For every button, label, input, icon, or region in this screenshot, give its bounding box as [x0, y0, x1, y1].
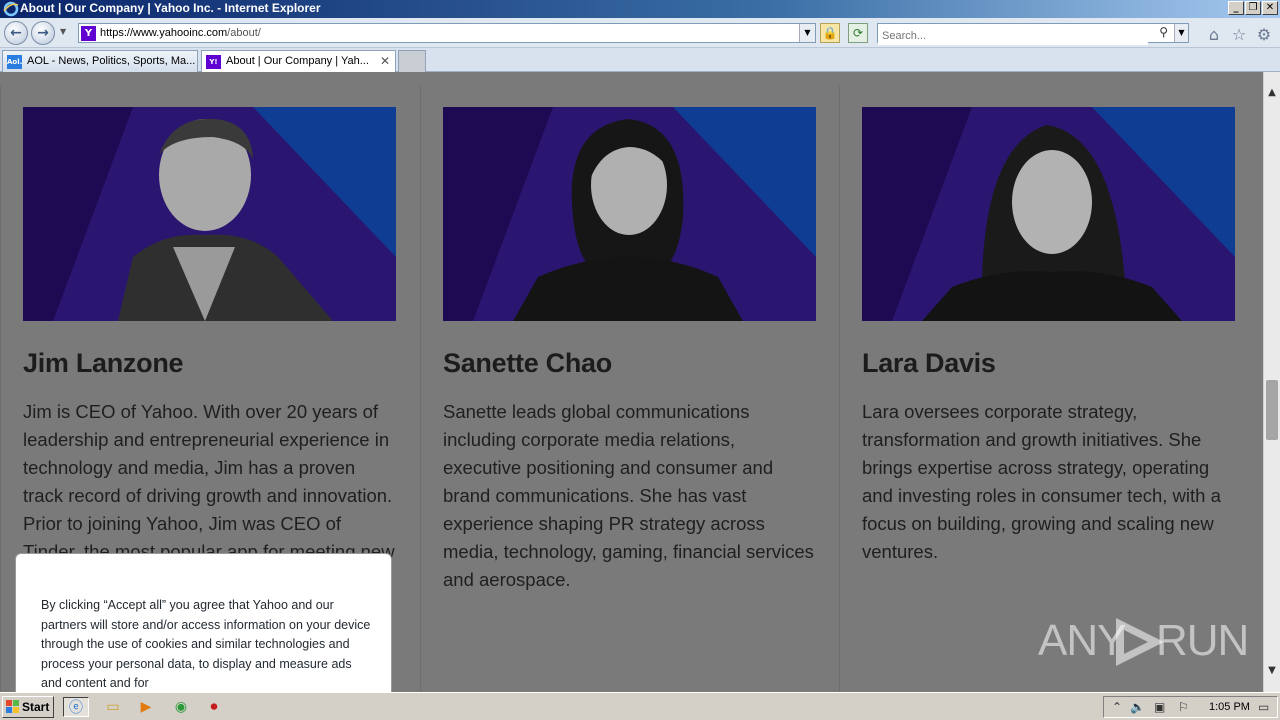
tab-strip: Aol. AOL - News, Politics, Sports, Ma...…	[0, 48, 1280, 73]
aol-icon: Aol.	[7, 55, 22, 69]
lock-icon[interactable]: 🔒	[820, 23, 840, 43]
vertical-scrollbar[interactable]: ▲ ▼	[1263, 72, 1280, 692]
yahoo-favicon-icon: Y	[81, 26, 96, 41]
page-content: Jim Lanzone Jim is CEO of Yahoo. With ov…	[0, 72, 1263, 692]
person-name: Sanette Chao	[443, 348, 612, 378]
yahoo-icon: Y!	[206, 55, 221, 69]
history-dropdown-icon[interactable]: ▼	[60, 27, 66, 36]
folder-icon[interactable]: ▭	[102, 697, 124, 717]
refresh-icon[interactable]: ⟳	[848, 23, 868, 43]
search-icon[interactable]: ⚲	[1159, 25, 1168, 39]
person-photo	[23, 107, 396, 321]
tab-yahoo-about[interactable]: Y! About | Our Company | Yah... ✕	[201, 50, 396, 73]
internet-explorer-icon	[3, 1, 19, 17]
network-icon[interactable]: ▣	[1154, 700, 1165, 714]
search-input[interactable]	[878, 27, 1148, 45]
cookie-consent-text: By clicking “Accept all” you agree that …	[41, 598, 371, 691]
person-card: Sanette Chao Sanette leads global commun…	[420, 86, 839, 692]
show-desktop-icon[interactable]: ▭	[1258, 700, 1269, 714]
anyrun-watermark: ANY RUN	[1038, 610, 1249, 680]
gear-icon[interactable]: ⚙	[1255, 26, 1273, 44]
volume-icon[interactable]: 🔈	[1130, 700, 1145, 714]
search-dropdown-icon[interactable]: ▼	[1174, 24, 1188, 42]
start-button[interactable]: Start	[2, 696, 54, 718]
window-title-bar[interactable]: About | Our Company | Yahoo Inc. - Inter…	[0, 0, 1280, 18]
tab-aol[interactable]: Aol. AOL - News, Politics, Sports, Ma...	[2, 50, 198, 72]
scroll-down-icon[interactable]: ▼	[1264, 662, 1280, 679]
address-toolbar: ← → ▼ Y https://www.yahooinc.com/about/ …	[0, 18, 1280, 48]
scrollbar-thumb[interactable]	[1266, 380, 1278, 440]
minimize-button[interactable]: _	[1228, 1, 1244, 15]
windows-flag-icon	[6, 700, 19, 713]
favorites-icon[interactable]: ☆	[1230, 26, 1248, 44]
address-dropdown-icon[interactable]: ▼	[799, 24, 815, 42]
window-title: About | Our Company | Yahoo Inc. - Inter…	[20, 1, 321, 15]
search-box[interactable]: ⚲ ▼	[877, 23, 1189, 45]
cookie-consent-dialog[interactable]: By clicking “Accept all” you agree that …	[15, 553, 392, 692]
address-bar[interactable]: Y https://www.yahooinc.com/about/ ▼	[78, 23, 816, 43]
stop-icon[interactable]: ⏺	[203, 697, 225, 717]
person-name: Jim Lanzone	[23, 348, 184, 378]
restore-button[interactable]: ❐	[1245, 1, 1261, 15]
tab-label: AOL - News, Politics, Sports, Ma...	[27, 55, 196, 67]
tray-expand-icon[interactable]: ⌃	[1112, 700, 1122, 714]
taskbar: Start ⓔ ▭ ▶ ◉ ⏺ ⌃ 🔈 ▣ ⚐ 1:05 PM ▭	[0, 692, 1280, 720]
scroll-up-icon[interactable]: ▲	[1264, 84, 1280, 101]
tab-label: About | Our Company | Yah...	[226, 55, 369, 67]
action-center-flag-icon[interactable]: ⚐	[1178, 700, 1189, 714]
chrome-icon[interactable]: ◉	[170, 697, 192, 717]
close-tab-icon[interactable]: ✕	[380, 54, 390, 68]
clock[interactable]: 1:05 PM	[1209, 701, 1250, 713]
url-path: /about/	[227, 27, 261, 39]
close-button[interactable]: ✕	[1262, 1, 1278, 15]
watermark-text-right: RUN	[1156, 616, 1249, 665]
person-name: Lara Davis	[862, 348, 996, 378]
person-bio: Lara oversees corporate strategy, transf…	[862, 401, 1221, 562]
person-photo	[862, 107, 1235, 321]
person-bio: Sanette leads global communications incl…	[443, 401, 814, 590]
address-url[interactable]: https://www.yahooinc.com/about/	[100, 27, 261, 39]
home-icon[interactable]: ⌂	[1205, 26, 1223, 44]
person-card: Lara Davis Lara oversees corporate strat…	[839, 86, 1258, 692]
start-label: Start	[22, 700, 50, 714]
system-tray: ⌃ 🔈 ▣ ⚐ 1:05 PM ▭	[1103, 696, 1278, 718]
forward-icon[interactable]: →	[31, 21, 55, 45]
url-host: https://www.yahooinc.com	[100, 27, 228, 39]
new-tab-button[interactable]	[398, 50, 426, 72]
media-player-icon[interactable]: ▶	[135, 697, 157, 717]
back-icon[interactable]: ←	[4, 21, 28, 45]
person-photo	[443, 107, 816, 321]
internet-explorer-icon[interactable]: ⓔ	[63, 697, 89, 717]
